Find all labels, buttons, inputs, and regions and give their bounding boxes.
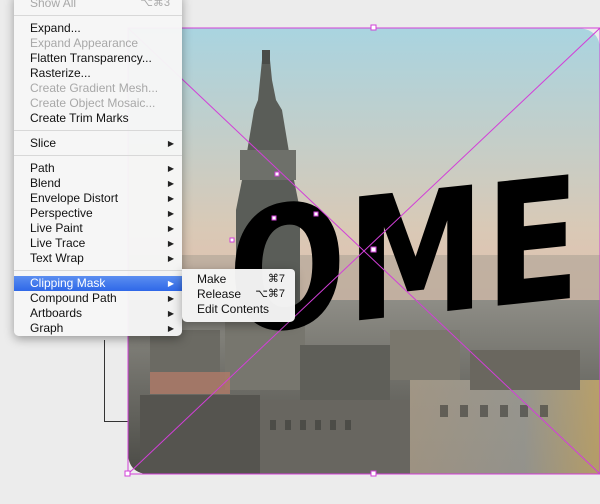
submenu-item-shortcut: ⌥⌘7 <box>255 288 285 300</box>
menu-item-label: Clipping Mask <box>30 276 106 290</box>
menu-item-label: Slice <box>30 136 57 150</box>
submenu-arrow-icon: ▶ <box>167 239 174 248</box>
menu-item-label: Create Trim Marks <box>30 111 129 125</box>
menu-separator <box>14 270 182 271</box>
menu-item-slice[interactable]: Slice ▶ <box>14 136 182 151</box>
menu-item-label: Text Wrap <box>30 251 84 265</box>
submenu-arrow-icon: ▶ <box>167 194 174 203</box>
menu-item-text-wrap[interactable]: Text Wrap ▶ <box>14 251 182 266</box>
menu-item-label: Expand... <box>30 21 81 35</box>
menu-item-clipping-mask[interactable]: Clipping Mask ▶ <box>14 276 182 291</box>
menu-item-compound-path[interactable]: Compound Path ▶ <box>14 291 182 306</box>
submenu-arrow-icon: ▶ <box>167 139 174 148</box>
submenu-item-release[interactable]: Release ⌥⌘7 <box>182 287 295 302</box>
menu-item-envelope-distort[interactable]: Envelope Distort ▶ <box>14 191 182 206</box>
submenu-arrow-icon: ▶ <box>167 294 174 303</box>
object-menu: Show All ⌥⌘3 Expand... Expand Appearance Fla… <box>14 0 182 336</box>
menu-item-create-gradient-mesh: Create Gradient Mesh... <box>14 81 182 96</box>
menu-item-label: Path <box>30 161 55 175</box>
menu-item-create-object-mosaic: Create Object Mosaic... <box>14 96 182 111</box>
submenu-arrow-icon: ▶ <box>167 279 174 288</box>
menu-item-label: Perspective <box>30 206 93 220</box>
menu-item-label: Compound Path <box>30 291 117 305</box>
menu-item-path[interactable]: Path ▶ <box>14 161 182 176</box>
submenu-arrow-icon: ▶ <box>167 324 174 333</box>
menu-item-label: Graph <box>30 321 64 335</box>
menu-item-label: Artboards <box>30 306 83 320</box>
submenu-item-label: Edit Contents <box>197 302 270 316</box>
menu-item-flatten-transparency[interactable]: Flatten Transparency... <box>14 51 182 66</box>
menu-item-label: Live Trace <box>30 236 86 250</box>
menu-item-perspective[interactable]: Perspective ▶ <box>14 206 182 221</box>
menu-item-expand[interactable]: Expand... <box>14 21 182 36</box>
menu-item-show-all: Show All ⌥⌘3 <box>14 0 182 11</box>
submenu-item-shortcut: ⌘7 <box>267 273 285 285</box>
menu-item-label: Expand Appearance <box>30 36 139 50</box>
menu-item-label: Flatten Transparency... <box>30 51 152 65</box>
submenu-arrow-icon: ▶ <box>167 164 174 173</box>
submenu-item-edit-contents[interactable]: Edit Contents <box>182 302 295 317</box>
submenu-arrow-icon: ▶ <box>167 224 174 233</box>
menu-separator <box>14 15 182 16</box>
menu-item-shortcut: ⌥⌘3 <box>140 0 170 9</box>
menu-item-label: Live Paint <box>30 221 83 235</box>
menu-item-label: Create Gradient Mesh... <box>30 81 159 95</box>
menu-item-blend[interactable]: Blend ▶ <box>14 176 182 191</box>
menu-item-live-paint[interactable]: Live Paint ▶ <box>14 221 182 236</box>
menu-item-graph[interactable]: Graph ▶ <box>14 321 182 336</box>
submenu-item-label: Release <box>197 287 242 301</box>
menu-item-label: Envelope Distort <box>30 191 119 205</box>
submenu-arrow-icon: ▶ <box>167 309 174 318</box>
submenu-arrow-icon: ▶ <box>167 209 174 218</box>
menu-item-artboards[interactable]: Artboards ▶ <box>14 306 182 321</box>
submenu-arrow-icon: ▶ <box>167 179 174 188</box>
menu-separator <box>14 130 182 131</box>
menu-item-label: Show All <box>30 0 77 10</box>
menu-item-label: Blend <box>30 176 61 190</box>
menu-item-expand-appearance: Expand Appearance <box>14 36 182 51</box>
clipping-mask-submenu: Make ⌘7 Release ⌥⌘7 Edit Contents <box>182 269 295 322</box>
submenu-item-label: Make <box>197 272 227 286</box>
menu-item-rasterize[interactable]: Rasterize... <box>14 66 182 81</box>
menu-separator <box>14 155 182 156</box>
menu-item-label: Create Object Mosaic... <box>30 96 156 110</box>
menu-item-live-trace[interactable]: Live Trace ▶ <box>14 236 182 251</box>
menu-item-create-trim-marks[interactable]: Create Trim Marks <box>14 111 182 126</box>
artwork-text[interactable]: OME <box>228 140 580 374</box>
submenu-arrow-icon: ▶ <box>167 254 174 263</box>
submenu-item-make[interactable]: Make ⌘7 <box>182 272 295 287</box>
menu-item-label: Rasterize... <box>30 66 91 80</box>
